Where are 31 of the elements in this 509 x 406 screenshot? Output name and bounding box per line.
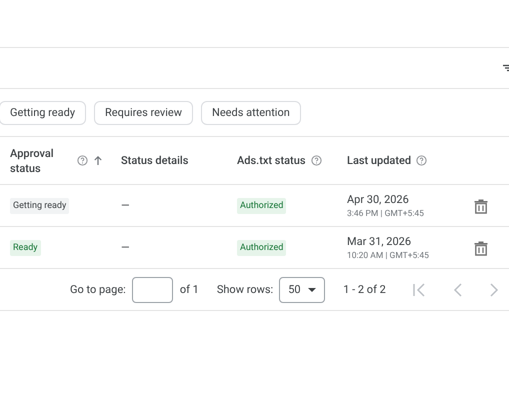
column-header[interactable]: Ads.txt status <box>237 154 306 167</box>
page-input[interactable] <box>132 276 173 302</box>
column-header[interactable]: Last updated <box>347 154 412 167</box>
sort-arrow-icon[interactable] <box>93 155 103 166</box>
delete-icon[interactable] <box>474 240 488 256</box>
filter-chip[interactable]: Getting ready <box>0 100 86 124</box>
updated-date: Mar 31, 2026 <box>347 234 412 248</box>
go-to-page-label: Go to page: <box>70 283 126 296</box>
show-rows-label: Show rows: <box>216 283 274 296</box>
help-icon[interactable] <box>77 155 88 166</box>
column-header[interactable]: Status details <box>121 154 188 167</box>
help-icon[interactable] <box>310 155 322 166</box>
filter-icon[interactable] <box>503 64 509 72</box>
row-range: 1 - 2 of 2 <box>343 283 386 296</box>
updated-time: 3:46 PM | GMT+5:45 <box>347 208 424 218</box>
filter-chip[interactable]: Requires review <box>94 100 193 124</box>
page-count: of 1 <box>180 283 199 296</box>
status-details-cell: — <box>121 241 130 254</box>
approval-status-tag: Getting ready <box>10 198 70 214</box>
approval-status-tag: Ready <box>10 240 41 256</box>
column-header[interactable]: Approval status <box>10 146 62 176</box>
delete-icon[interactable] <box>474 198 488 214</box>
filter-chip[interactable]: Needs attention <box>201 100 301 124</box>
rows-select[interactable]: 50 <box>279 276 326 302</box>
ads-txt-status-tag: Authorized <box>237 198 286 214</box>
status-details-cell: — <box>121 199 130 212</box>
updated-time: 10:20 AM | GMT+5:45 <box>347 250 429 260</box>
dropdown-caret-icon <box>308 288 316 292</box>
updated-date: Apr 30, 2026 <box>347 192 409 206</box>
help-icon[interactable] <box>416 155 428 166</box>
ads-txt-status-tag: Authorized <box>237 240 286 256</box>
